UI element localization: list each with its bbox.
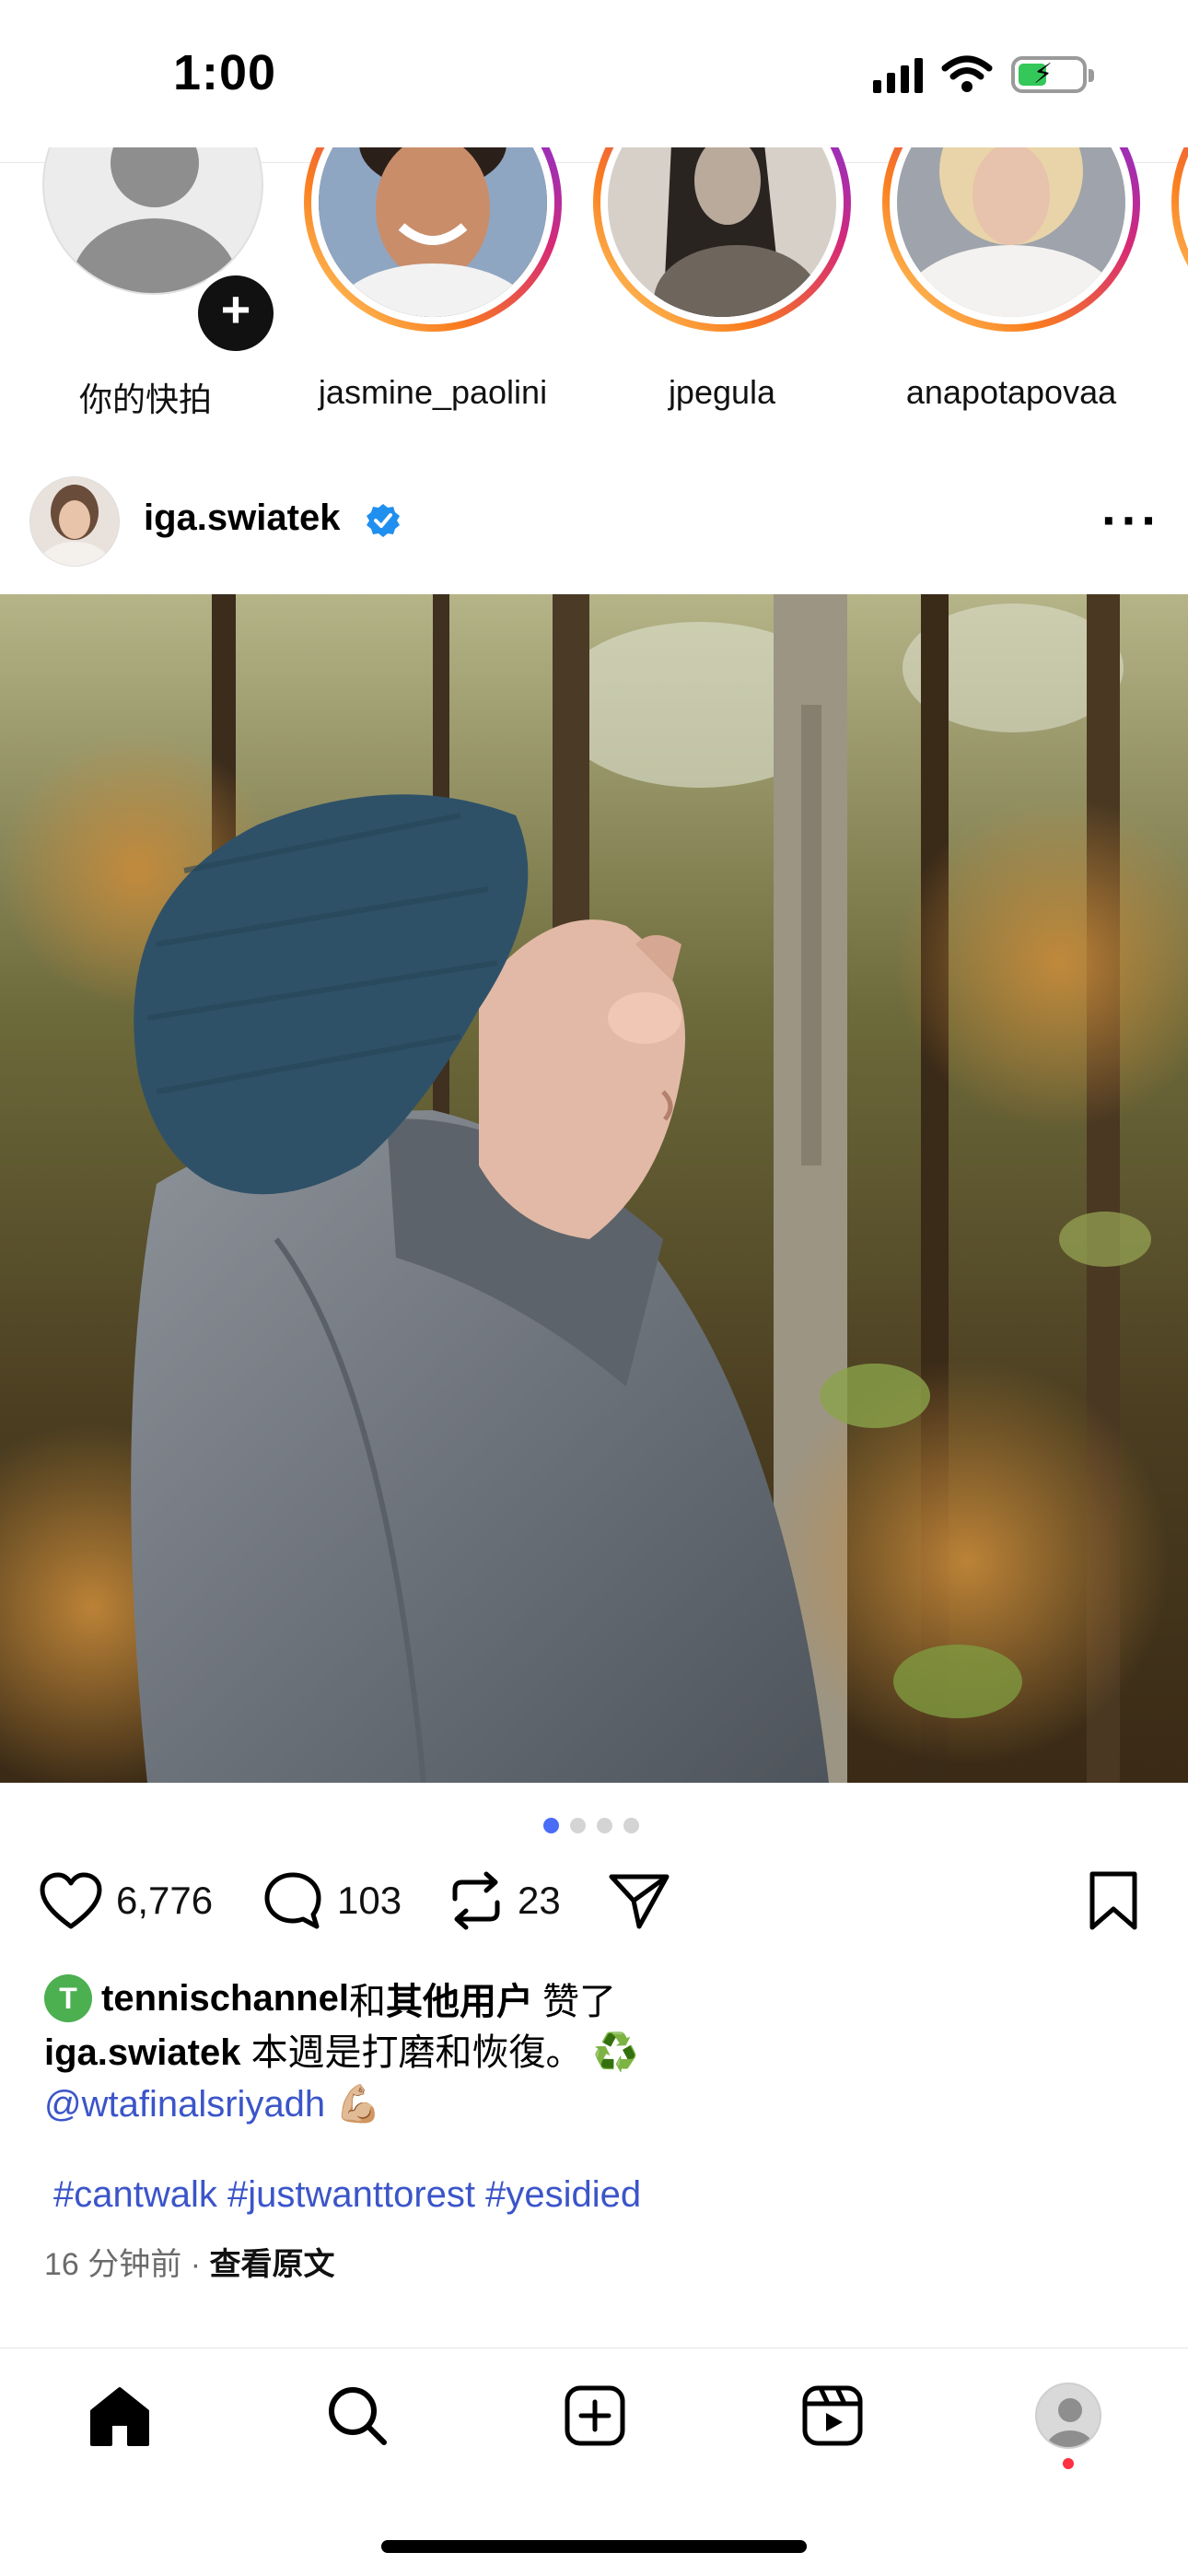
more-options-icon[interactable]: ··· <box>1101 495 1161 546</box>
liked-by-suffix: 赞了 <box>542 1982 616 2022</box>
story-label: anapotapovaa <box>905 373 1117 411</box>
comments-count[interactable]: 103 <box>337 1879 402 1923</box>
story-ring <box>882 147 1140 332</box>
reposts-count[interactable]: 23 <box>518 1879 561 1923</box>
reels-icon[interactable] <box>800 2383 865 2448</box>
story-ring <box>304 147 562 332</box>
post-meta: 16 分钟前 · 查看原文 <box>44 2239 335 2284</box>
status-time: 1:00 <box>173 45 277 100</box>
bookmark-icon[interactable] <box>1087 1870 1140 1931</box>
caption-emoji: 💪🏼 <box>335 2084 382 2125</box>
status-icons: ⚡ <box>873 55 1094 94</box>
post-photo[interactable] <box>0 594 1188 1783</box>
repost-icon[interactable] <box>448 1869 505 1932</box>
share-icon[interactable] <box>608 1871 670 1930</box>
add-story-icon[interactable]: + <box>192 269 280 357</box>
nav-search[interactable] <box>320 2379 394 2453</box>
create-post-icon[interactable] <box>563 2383 627 2448</box>
profile-notification-dot <box>1063 2458 1074 2469</box>
story-ring <box>593 147 851 332</box>
wifi-icon <box>941 55 993 92</box>
likes-count[interactable]: 6,776 <box>116 1879 213 1923</box>
post-author-avatar[interactable] <box>29 476 120 567</box>
story-item[interactable]: jasmine_paolini <box>295 147 571 411</box>
carousel-dot <box>597 1818 612 1833</box>
cellular-signal-icon <box>873 56 923 93</box>
heart-icon[interactable] <box>39 1871 103 1930</box>
story-ring <box>1171 147 1188 332</box>
profile-avatar-icon[interactable] <box>1035 2383 1101 2449</box>
story-item-partial[interactable] <box>1162 147 1188 405</box>
story-item[interactable]: anapotapovaa <box>873 147 1149 411</box>
liked-by-user[interactable]: tennischannel <box>101 1978 349 2020</box>
home-indicator[interactable] <box>381 2540 807 2553</box>
post-caption: iga.swiatek 本週是打磨和恢復。 ♻️ @wtafinalsriyad… <box>44 2027 1149 2130</box>
carousel-dot <box>543 1818 559 1833</box>
caption-text: 本週是打磨和恢復。 ♻️ <box>250 2032 639 2073</box>
carousel-dot <box>570 1818 586 1833</box>
save-action[interactable] <box>1087 1868 1140 1933</box>
story-label: jpegula <box>668 373 776 411</box>
nav-profile[interactable] <box>1031 2379 1105 2453</box>
nav-reels[interactable] <box>796 2379 869 2453</box>
see-original-link[interactable]: 查看原文 <box>210 2247 335 2282</box>
story-label: 你的快拍 <box>78 381 212 418</box>
battery-icon: ⚡ <box>1011 56 1094 93</box>
home-icon[interactable] <box>87 2383 153 2448</box>
post-timestamp: 16 分钟前 <box>44 2247 182 2282</box>
stories-tray[interactable]: + 你的快拍 jasmine_paolini jpegula anapotapo… <box>0 147 1188 433</box>
verified-badge-icon <box>367 504 400 537</box>
carousel-dots <box>543 1818 639 1833</box>
share-action[interactable] <box>608 1868 670 1933</box>
nav-home[interactable] <box>83 2379 157 2453</box>
like-action[interactable]: 6,776 <box>39 1868 213 1933</box>
nav-create[interactable] <box>558 2379 632 2453</box>
story-item[interactable]: jpegula <box>584 147 860 411</box>
post-username[interactable]: iga.swiatek <box>144 498 340 539</box>
caption-mention[interactable]: @wtafinalsriyadh <box>44 2084 325 2125</box>
liked-by-line[interactable]: T tennischannel 和其他用户 赞了 <box>44 1972 616 2025</box>
meta-separator: · <box>190 2247 202 2282</box>
story-label: jasmine_paolini <box>318 373 548 411</box>
comment-icon[interactable] <box>262 1869 324 1932</box>
tennischannel-avatar[interactable]: T <box>44 1974 92 2022</box>
repost-action[interactable]: 23 <box>448 1868 561 1933</box>
post-hashtags[interactable]: #cantwalk #justwanttorest #yesidied <box>53 2174 641 2216</box>
liked-by-others[interactable]: 其他用户 <box>386 1972 533 2025</box>
search-icon[interactable] <box>325 2383 390 2448</box>
comment-action[interactable]: 103 <box>262 1868 402 1933</box>
caption-author[interactable]: iga.swiatek <box>44 2032 240 2073</box>
carousel-dot <box>623 1818 639 1833</box>
liked-by-connector: 和 <box>348 1982 386 2022</box>
